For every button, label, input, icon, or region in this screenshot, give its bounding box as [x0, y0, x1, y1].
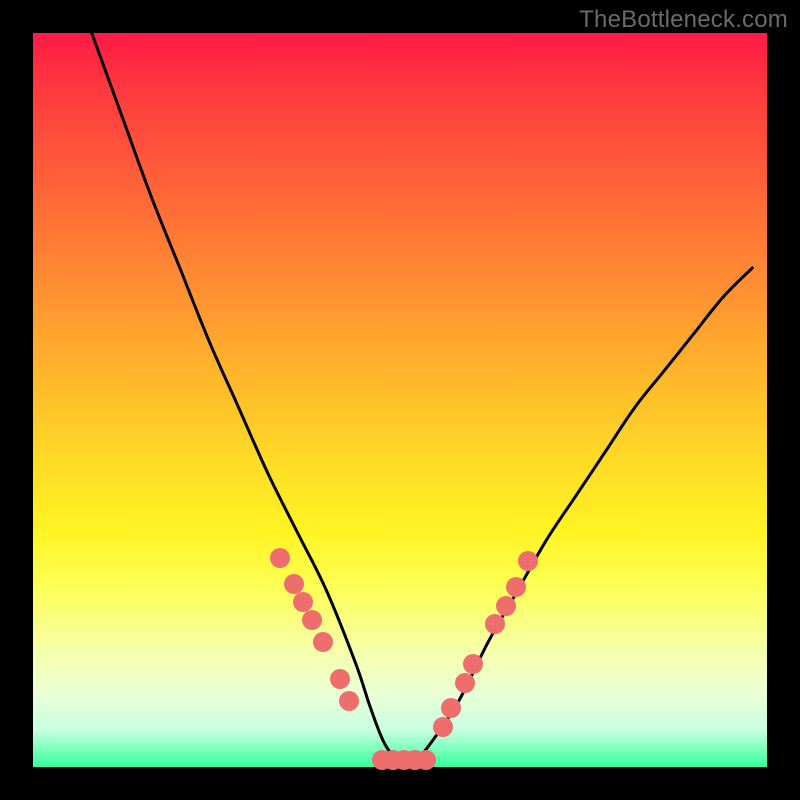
chart-background — [33, 33, 767, 767]
watermark: TheBottleneck.com — [579, 6, 788, 34]
